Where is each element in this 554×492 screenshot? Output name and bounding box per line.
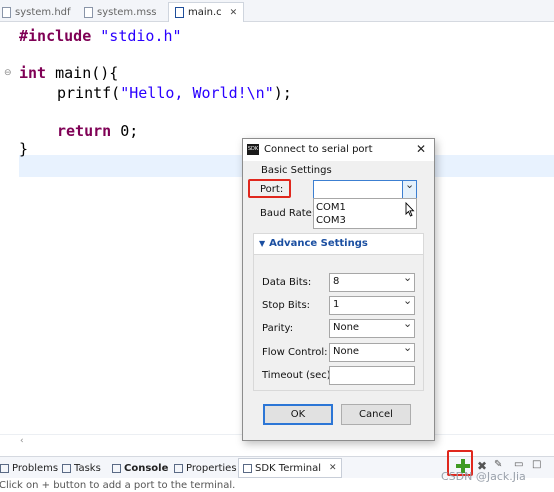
chevron-down-icon <box>405 178 414 193</box>
dialog-title: Connect to serial port <box>264 144 373 155</box>
minimize-icon[interactable]: ▭ <box>514 459 523 470</box>
mouse-cursor-icon <box>405 202 415 217</box>
problems-icon <box>0 463 9 473</box>
caret-down-icon: ▼ <box>259 239 266 248</box>
data-bits-select[interactable]: 8 <box>329 271 415 292</box>
code-line-2: int main(){ <box>19 64 119 82</box>
fold-icon[interactable]: ⊖ <box>4 68 12 78</box>
annotation-box-port <box>248 179 291 198</box>
tab-sdk-terminal[interactable]: SDK Terminal ✕ <box>238 458 342 478</box>
watermark: CSDN @Jack.Jia <box>441 470 526 483</box>
close-icon[interactable]: ✕ <box>416 142 426 156</box>
port-option-com1[interactable]: COM1 <box>316 202 346 213</box>
ok-button[interactable]: OK <box>263 404 333 425</box>
tab-problems[interactable]: Problems <box>0 460 58 476</box>
tab-label: system.hdf <box>15 6 71 18</box>
stop-bits-select[interactable]: 1 <box>329 294 415 315</box>
tab-main-c[interactable]: main.c ✕ <box>168 2 245 22</box>
port-dropdown-list: COM1 COM3 <box>313 198 417 229</box>
file-icon <box>2 6 11 18</box>
ide-window: system.hdf system.mss main.c ✕ ⊖ #includ… <box>0 0 554 492</box>
code-line-3: printf("Hello, World!\n"); <box>57 84 292 102</box>
chevron-down-icon <box>403 271 412 286</box>
chevron-down-icon <box>403 317 412 332</box>
port-select[interactable] <box>313 178 417 199</box>
stop-bits-label: Stop Bits: <box>262 300 311 311</box>
basic-settings-label: Basic Settings <box>261 165 332 176</box>
flow-control-select[interactable]: None <box>329 341 415 362</box>
code-line-1: #include "stdio.h" <box>19 27 182 45</box>
code-line-4: return 0; <box>57 122 139 140</box>
code-line-5: } <box>19 140 29 158</box>
tab-properties[interactable]: Properties <box>174 460 237 476</box>
editor-tab-bar: system.hdf system.mss main.c ✕ <box>0 0 554 22</box>
tasks-icon <box>62 463 71 473</box>
tab-system-hdf[interactable]: system.hdf <box>2 2 71 22</box>
tab-label: main.c <box>188 7 222 18</box>
advance-settings-header[interactable]: ▼ Advance Settings <box>253 233 424 255</box>
properties-icon <box>174 463 183 473</box>
pencil-icon[interactable]: ✎ <box>494 459 502 470</box>
chevron-down-icon <box>403 294 412 309</box>
tab-label: system.mss <box>97 6 157 18</box>
c-file-icon <box>175 7 184 18</box>
timeout-label: Timeout (sec): <box>262 370 335 381</box>
tab-tasks[interactable]: Tasks <box>62 460 101 476</box>
parity-select[interactable]: None <box>329 317 415 338</box>
file-icon <box>84 6 93 18</box>
tab-system-mss[interactable]: system.mss <box>84 2 157 22</box>
parity-label: Parity: <box>262 323 294 334</box>
tab-console[interactable]: Console <box>112 460 168 476</box>
baud-rate-label: Baud Rate: <box>260 208 316 219</box>
dialog-titlebar: SDK Connect to serial port ✕ <box>243 139 434 161</box>
chevron-down-icon <box>403 341 412 356</box>
scroll-left-icon[interactable]: ‹ <box>20 436 24 446</box>
sdk-icon: SDK <box>247 144 259 155</box>
flow-control-label: Flow Control: <box>262 347 328 358</box>
data-bits-label: Data Bits: <box>262 277 312 288</box>
console-icon <box>112 463 121 473</box>
maximize-icon[interactable]: □ <box>532 459 541 470</box>
cancel-button[interactable]: Cancel <box>341 404 411 425</box>
close-icon[interactable]: ✕ <box>230 8 238 18</box>
timeout-input[interactable] <box>329 366 415 385</box>
close-icon[interactable]: ✕ <box>329 463 337 473</box>
status-hint: Click on + button to add a port to the t… <box>0 480 236 491</box>
terminal-icon <box>243 463 252 473</box>
port-option-com3[interactable]: COM3 <box>316 215 346 226</box>
